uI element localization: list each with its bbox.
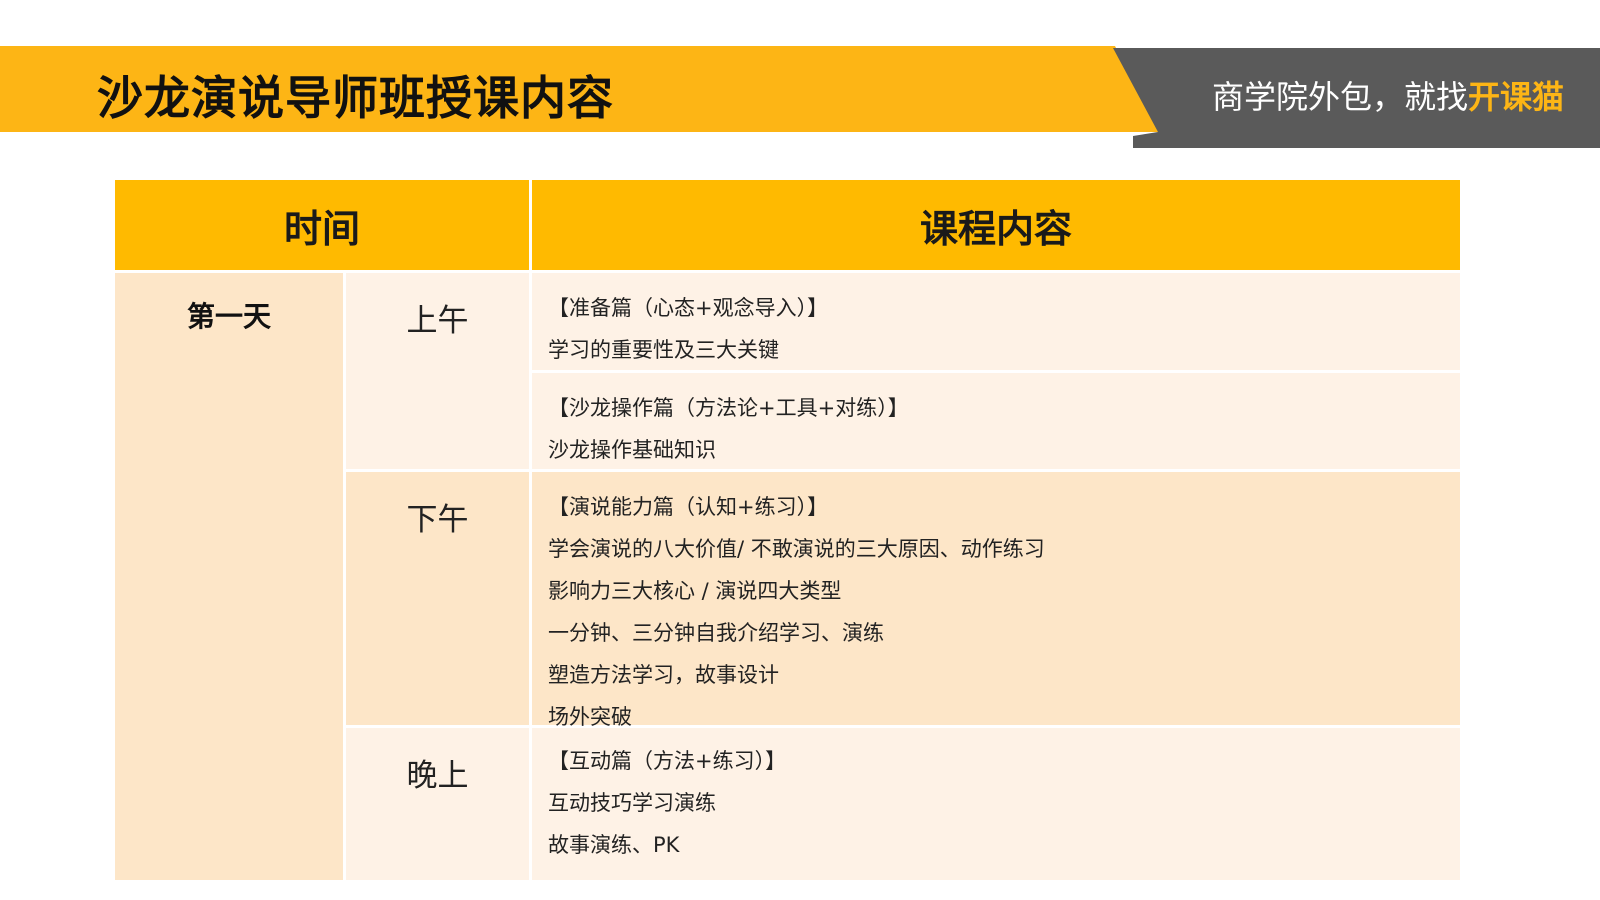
content-line: 影响力三大核心 / 演说四大类型 xyxy=(548,579,842,603)
period-label-afternoon: 下午 xyxy=(406,502,469,538)
day-label: 第一天 xyxy=(186,300,271,333)
page-title: 沙龙演说导师班授课内容 xyxy=(97,71,614,125)
content-section-interaction: 【互动篇（方法+练习）】 互动技巧学习演练 故事演练、PK xyxy=(532,728,1460,880)
day-cell: 第一天 xyxy=(115,273,343,880)
content-line: 一分钟、三分钟自我介绍学习、演练 xyxy=(548,621,884,645)
content-section-speech-ability: 【演说能力篇（认知+练习）】 学会演说的八大价值/ 不敢演说的三大原因、动作练习… xyxy=(532,472,1460,729)
course-schedule-table: 时间 课程内容 第一天 上午 下午 晚上 【准备篇（心态+观念导入）】 学习的重… xyxy=(115,180,1460,880)
period-label-morning: 上午 xyxy=(406,303,469,339)
slogan: 商学院外包，就找开课猫 xyxy=(1212,72,1564,118)
slogan-text: 商学院外包，就找 xyxy=(1211,78,1468,116)
content-line: 学会演说的八大价值/ 不敢演说的三大原因、动作练习 xyxy=(548,537,1045,561)
period-afternoon: 下午 xyxy=(346,472,529,725)
content-line: 【沙龙操作篇（方法论+工具+对练）】 xyxy=(548,396,909,420)
content-line: 【准备篇（心态+观念导入）】 xyxy=(548,296,829,320)
column-header-time: 时间 xyxy=(115,180,529,270)
period-evening: 晚上 xyxy=(346,728,529,880)
content-line: 【互动篇（方法+练习）】 xyxy=(548,749,787,773)
content-line: 【演说能力篇（认知+练习）】 xyxy=(548,495,829,519)
period-morning: 上午 xyxy=(346,273,529,469)
content-section-salon-operation: 【沙龙操作篇（方法论+工具+对练）】 沙龙操作基础知识 xyxy=(532,373,1460,469)
content-line: 互动技巧学习演练 xyxy=(548,791,716,815)
column-header-content: 课程内容 xyxy=(532,180,1460,270)
content-line: 故事演练、PK xyxy=(548,833,680,857)
content-line: 沙龙操作基础知识 xyxy=(548,438,716,462)
slogan-brand: 开课猫 xyxy=(1467,78,1564,116)
content-section-prepare: 【准备篇（心态+观念导入）】 学习的重要性及三大关键 xyxy=(532,273,1460,370)
period-label-evening: 晚上 xyxy=(406,758,469,794)
content-line: 塑造方法学习，故事设计 xyxy=(548,663,779,687)
content-line: 学习的重要性及三大关键 xyxy=(548,338,779,362)
